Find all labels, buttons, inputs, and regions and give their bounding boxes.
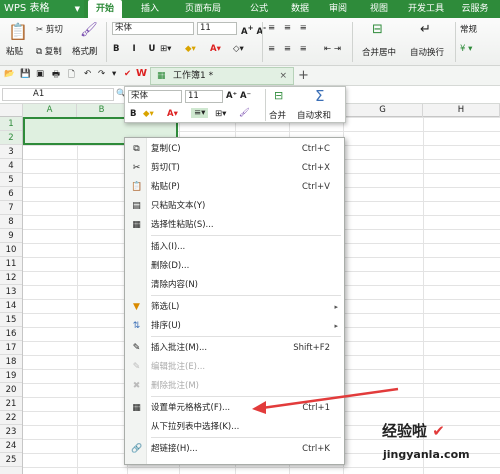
arrow-head [252,401,266,414]
watermark-url: jingyanla.com [383,448,470,461]
watermark-text: 经验啦 [382,422,428,440]
annotation-arrow [252,387,399,414]
checkmark-icon: ✔ [432,422,445,440]
watermark-logo: 经验啦 ✔ [382,420,445,441]
arrow-line [261,387,399,410]
